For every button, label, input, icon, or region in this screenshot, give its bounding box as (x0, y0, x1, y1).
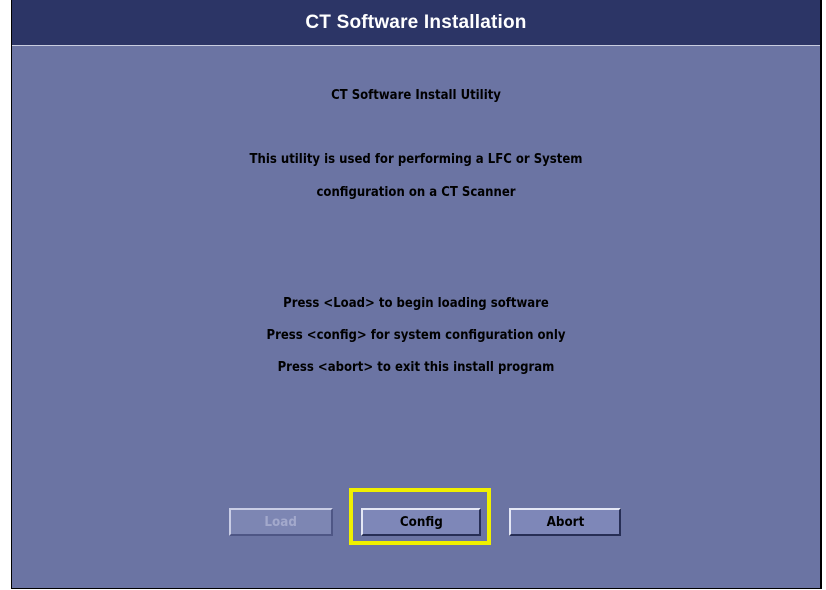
load-button[interactable]: Load (229, 508, 333, 536)
config-button[interactable]: Config (361, 508, 481, 536)
abort-button-label: Abort (546, 514, 584, 530)
abort-button[interactable]: Abort (509, 508, 621, 536)
instruction-config: Press <config> for system configuration … (266, 328, 566, 343)
load-button-label: Load (264, 514, 298, 530)
install-window: CT Software Installation CT Software Ins… (11, 0, 822, 589)
description-line-2: configuration on a CT Scanner (316, 185, 516, 200)
utility-heading: CT Software Install Utility (331, 88, 501, 103)
description-line-1: This utility is used for performing a LF… (249, 152, 583, 167)
window-title: CT Software Installation (305, 11, 527, 33)
title-bar: CT Software Installation (12, 0, 820, 46)
instruction-load: Press <Load> to begin loading software (283, 296, 549, 311)
config-button-label: Config (399, 514, 443, 530)
instruction-abort: Press <abort> to exit this install progr… (277, 360, 555, 375)
